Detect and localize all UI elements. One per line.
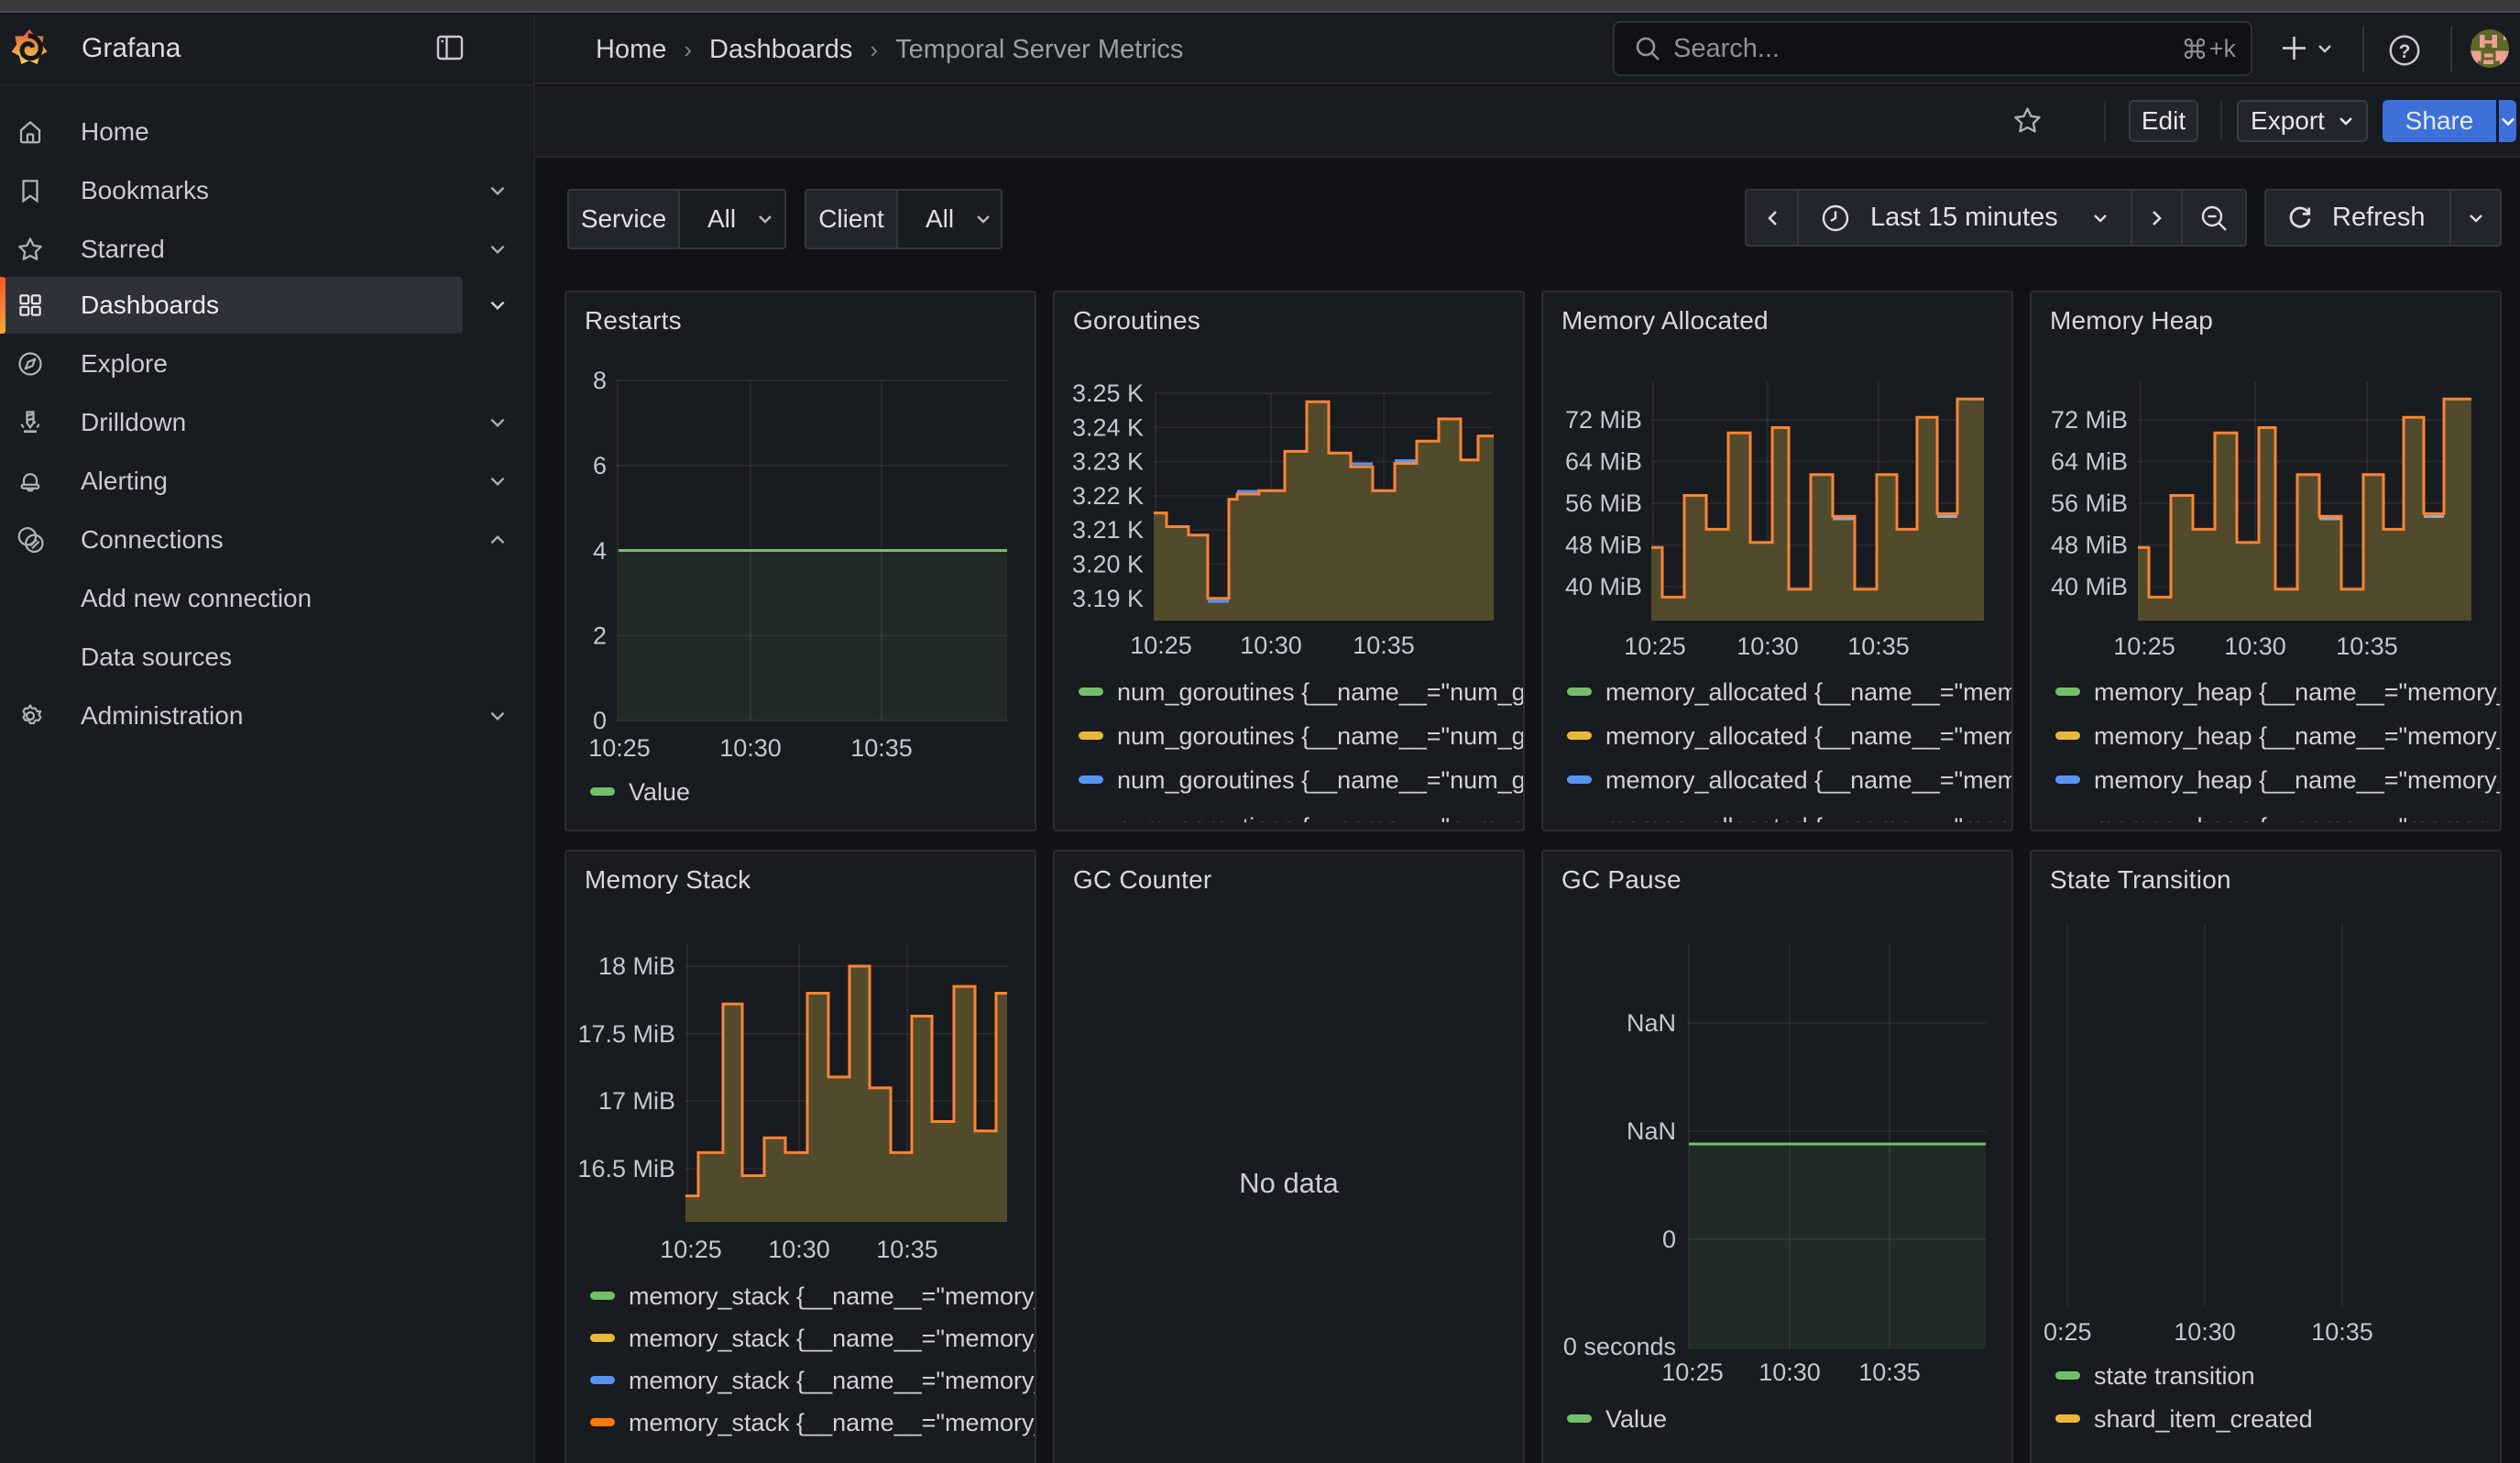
svg-text:memory_allocated {__name__="me: memory_allocated {__name__="memc — [1605, 766, 2011, 794]
svg-text:Value: Value — [1605, 1405, 1667, 1433]
svg-text:56 MiB: 56 MiB — [2051, 490, 2128, 517]
svg-text:10:35: 10:35 — [876, 1236, 938, 1263]
svg-text:10:30: 10:30 — [719, 734, 782, 762]
svg-text:8: 8 — [593, 367, 607, 394]
svg-text:0: 0 — [593, 707, 607, 734]
svg-text:3.19 K: 3.19 K — [1072, 585, 1144, 612]
svg-text:0: 0 — [1662, 1226, 1676, 1253]
svg-text:3.24 K: 3.24 K — [1072, 413, 1144, 441]
svg-text:NaN: NaN — [1627, 1009, 1676, 1037]
svg-text:10:35: 10:35 — [1847, 632, 1910, 660]
svg-text:3.21 K: 3.21 K — [1072, 516, 1144, 544]
svg-text:10:35: 10:35 — [1858, 1358, 1921, 1386]
svg-text:17 MiB: 17 MiB — [598, 1087, 675, 1115]
svg-text:Value: Value — [629, 778, 690, 806]
svg-text:num_goroutines {__name__="num_: num_goroutines {__name__="num_go — [1117, 766, 1523, 794]
svg-text:10:30: 10:30 — [2174, 1318, 2236, 1346]
svg-text:48 MiB: 48 MiB — [2051, 532, 2128, 559]
svg-text:10:25: 10:25 — [2113, 632, 2175, 660]
svg-text:memory_heap {__name__="memory_: memory_heap {__name__="memory_h — [2094, 766, 2500, 794]
svg-text:2: 2 — [593, 622, 607, 650]
svg-text:0 seconds: 0 seconds — [1563, 1333, 1676, 1360]
svg-text:10:30: 10:30 — [1737, 632, 1799, 660]
svg-text:memory_heap {__name__="memory_: memory_heap {__name__="memory_h — [2094, 678, 2500, 706]
svg-text:10:35: 10:35 — [2336, 632, 2398, 660]
svg-text:64 MiB: 64 MiB — [1565, 448, 1642, 476]
svg-text:48 MiB: 48 MiB — [1565, 532, 1642, 559]
svg-text:10:25: 10:25 — [1661, 1358, 1724, 1386]
svg-text:10:30: 10:30 — [1240, 632, 1302, 659]
svg-text:memory_stack {__name__="memory: memory_stack {__name__="memory_s — [629, 1409, 1035, 1436]
svg-text:3.22 K: 3.22 K — [1072, 482, 1144, 510]
svg-text:memory_heap {__name__="memory_: memory_heap {__name__="memory_h — [2094, 722, 2500, 750]
svg-text:memory_allocated {__name__="me: memory_allocated {__name__="memc — [1605, 722, 2011, 750]
svg-text:72 MiB: 72 MiB — [2051, 406, 2128, 434]
svg-text:10:35: 10:35 — [1353, 632, 1415, 659]
svg-text:memory_stack {__name__="memory: memory_stack {__name__="memory_s — [629, 1367, 1035, 1394]
svg-text:72 MiB: 72 MiB — [1565, 406, 1642, 434]
svg-text:40 MiB: 40 MiB — [2051, 573, 2128, 600]
svg-text:10:30: 10:30 — [768, 1236, 830, 1263]
svg-text:10:25: 10:25 — [1130, 632, 1192, 659]
svg-text:num_goroutines {__name__="num_: num_goroutines {__name__="num_go — [1117, 678, 1523, 706]
svg-text:memory_stack {__name__="memory: memory_stack {__name__="memory_s — [629, 1325, 1035, 1352]
svg-text:num_goroutines {__name__="num_: num_goroutines {__name__="num_go — [1117, 722, 1523, 750]
svg-text:0:25: 0:25 — [2043, 1318, 2092, 1346]
svg-text:10:35: 10:35 — [2311, 1318, 2373, 1346]
svg-text:16.5 MiB: 16.5 MiB — [577, 1155, 675, 1182]
svg-text:3.20 K: 3.20 K — [1072, 551, 1144, 578]
svg-text:56 MiB: 56 MiB — [1565, 490, 1642, 517]
svg-text:state transition: state transition — [2094, 1362, 2255, 1390]
svg-text:40 MiB: 40 MiB — [1565, 573, 1642, 600]
svg-text:10:30: 10:30 — [1759, 1358, 1821, 1386]
svg-text:10:25: 10:25 — [588, 734, 651, 762]
svg-text:?: ? — [2399, 41, 2411, 62]
svg-text:64 MiB: 64 MiB — [2051, 448, 2128, 476]
svg-text:NaN: NaN — [1627, 1117, 1676, 1145]
svg-text:17.5 MiB: 17.5 MiB — [577, 1020, 675, 1048]
svg-text:memory_allocated {__name__="me: memory_allocated {__name__="memc — [1605, 678, 2011, 706]
svg-text:4: 4 — [593, 537, 607, 565]
svg-text:6: 6 — [593, 452, 607, 479]
svg-text:10:35: 10:35 — [850, 734, 913, 762]
svg-text:10:25: 10:25 — [660, 1236, 722, 1263]
svg-text:3.25 K: 3.25 K — [1072, 380, 1144, 407]
svg-text:shard_item_created: shard_item_created — [2094, 1405, 2313, 1433]
svg-text:18 MiB: 18 MiB — [598, 952, 675, 980]
svg-text:memory_stack {__name__="memory: memory_stack {__name__="memory_s — [629, 1282, 1035, 1310]
svg-text:3.23 K: 3.23 K — [1072, 448, 1144, 476]
svg-text:10:30: 10:30 — [2224, 632, 2286, 660]
svg-text:10:25: 10:25 — [1624, 632, 1686, 660]
